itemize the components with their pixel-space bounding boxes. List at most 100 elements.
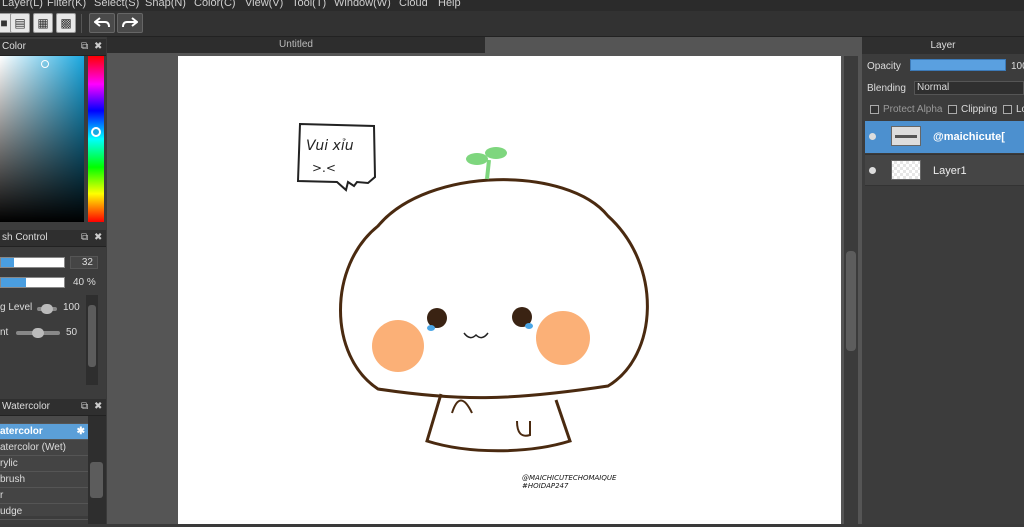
menu-color[interactable]: Color(C): [194, 0, 236, 9]
layer-opacity-bar[interactable]: [910, 59, 1006, 71]
saturation-value-picker[interactable]: [0, 56, 84, 222]
brush-row-blur[interactable]: r: [0, 488, 88, 504]
third-knob[interactable]: [32, 328, 44, 338]
document-tab[interactable]: Untitled: [107, 37, 485, 53]
lock-label: Lo: [1016, 104, 1024, 115]
brush-panel-header: Watercolor ⧉ ✖: [0, 399, 106, 416]
menu-layer[interactable]: Layer(L): [2, 0, 43, 9]
blending-label: Blending: [867, 83, 906, 94]
layer-thumbnail-content: [895, 135, 917, 138]
menu-cloud[interactable]: Cloud: [399, 0, 428, 9]
page-icon: ▤: [14, 16, 26, 30]
layer-name: @maichicute[: [933, 131, 1005, 143]
brush-opacity-value: 40 %: [73, 277, 96, 288]
layer-thumbnail: [891, 160, 921, 180]
clipping-checkbox[interactable]: [948, 105, 957, 114]
brush-control-header: sh Control ⧉ ✖: [0, 230, 106, 247]
clipping-label: Clipping: [961, 104, 998, 115]
redo-arrow-icon: [122, 17, 138, 28]
canvas-area: Untitled Vui xỉu >.< @MAICHICUTECHOMAIQU…: [107, 37, 862, 524]
menu-select[interactable]: Select(S): [94, 0, 139, 9]
menu-tool[interactable]: Tool(T): [292, 0, 326, 9]
blending-select[interactable]: Normal: [914, 81, 1024, 95]
eye-left: [427, 308, 447, 328]
undock-icon[interactable]: ⧉: [81, 399, 88, 415]
signature-line2: #HOIDAP247: [522, 482, 569, 490]
layer-row-maichicute[interactable]: @maichicute[: [865, 121, 1024, 153]
layer-row-layer1[interactable]: Layer1: [865, 154, 1024, 186]
brush-list-scroll-thumb[interactable]: [90, 462, 103, 498]
brush-row-partial[interactable]: [0, 416, 88, 424]
brush-row-watercolor[interactable]: atercolor ✱: [0, 424, 88, 440]
close-icon[interactable]: ✖: [94, 230, 102, 246]
brush-row-acrylic[interactable]: rylic: [0, 456, 88, 472]
toolbar-divider: [81, 14, 82, 33]
tear-right: [525, 323, 533, 329]
brush-size-bar[interactable]: [0, 257, 65, 268]
close-icon[interactable]: ✖: [94, 39, 102, 55]
level-value: 100: [63, 302, 80, 313]
color-panel-header: Color ⧉ ✖: [0, 39, 106, 56]
undo-arrow-icon: [94, 17, 110, 28]
layer-name: Layer1: [933, 165, 967, 177]
level-label: g Level: [0, 302, 33, 313]
eye-icon[interactable]: [869, 133, 876, 140]
sprout-leaf-left: [466, 153, 488, 165]
brush-opacity-bar[interactable]: [0, 277, 65, 288]
sprout-stem: [485, 159, 491, 180]
brush-opacity-fill: [1, 278, 27, 287]
brush-list-scrollbar[interactable]: [88, 416, 106, 524]
undo-button[interactable]: [89, 13, 115, 33]
eye-icon[interactable]: [869, 167, 876, 174]
cheek-right: [536, 311, 590, 365]
protect-alpha-label: Protect Alpha: [883, 104, 943, 115]
hue-marker[interactable]: [91, 127, 101, 137]
close-icon[interactable]: ✖: [94, 399, 102, 415]
brush-size-fill: [1, 258, 14, 267]
speech-text-line1: Vui xỉu: [306, 138, 354, 154]
brush-size-value[interactable]: 32: [70, 256, 98, 269]
lock-checkbox[interactable]: [1003, 105, 1012, 114]
brush-row-watercolor-wet[interactable]: atercolor (Wet): [0, 440, 88, 456]
brush-panel-title: Watercolor: [2, 401, 50, 412]
square-icon: ■: [0, 16, 8, 30]
panel-icon-button[interactable]: ▦: [33, 13, 53, 33]
menu-snap[interactable]: Snap(N): [145, 0, 186, 9]
layer-thumbnail: [891, 126, 921, 146]
arm-right: [516, 420, 531, 437]
sv-picker-marker[interactable]: [41, 60, 49, 68]
drawing-canvas[interactable]: Vui xỉu >.< @MAICHICUTECHOMAIQUE #HOIDAP…: [178, 56, 841, 524]
gear-icon[interactable]: ✱: [77, 424, 85, 439]
brush-control-scrollbar[interactable]: [86, 295, 98, 385]
canvas-scroll-thumb[interactable]: [846, 251, 856, 351]
third-label: nt: [0, 327, 9, 338]
redo-button[interactable]: [117, 13, 143, 33]
canvas-vertical-scrollbar[interactable]: [844, 56, 858, 524]
speech-text-line2: >.<: [312, 161, 336, 175]
grid-icon: ▩: [60, 16, 72, 30]
menu-help[interactable]: Help: [438, 0, 461, 9]
brush-row-airbrush[interactable]: brush: [0, 472, 88, 488]
tear-left: [427, 325, 435, 331]
page-icon-button[interactable]: ▤: [10, 13, 30, 33]
brush-row-smudge[interactable]: udge: [0, 504, 88, 520]
brush-control-scroll-thumb[interactable]: [88, 305, 96, 367]
speech-bubble: [296, 122, 377, 192]
artwork: Vui xỉu >.< @MAICHICUTECHOMAIQUE #HOIDAP…: [296, 122, 649, 490]
level-knob[interactable]: [41, 304, 53, 314]
hue-slider[interactable]: [88, 56, 104, 222]
menu-filter[interactable]: Filter(K): [47, 0, 86, 9]
brush-list: atercolor ✱ atercolor (Wet) rylic brush r…: [0, 416, 88, 520]
undock-icon[interactable]: ⧉: [81, 39, 88, 55]
undock-icon[interactable]: ⧉: [81, 230, 88, 246]
menu-window[interactable]: Window(W): [334, 0, 391, 9]
sprout-leaf-right: [485, 147, 507, 159]
menu-bar: Layer(L) Filter(K) Select(S) Snap(N) Col…: [0, 0, 1024, 11]
menu-view[interactable]: View(V): [245, 0, 283, 9]
brush-control-title: sh Control: [2, 232, 48, 243]
third-value: 50: [66, 327, 78, 338]
opacity-label: Opacity: [867, 61, 901, 72]
grid-icon-button[interactable]: ▩: [56, 13, 76, 33]
panel-icon: ▦: [37, 16, 49, 30]
protect-alpha-checkbox[interactable]: [870, 105, 879, 114]
